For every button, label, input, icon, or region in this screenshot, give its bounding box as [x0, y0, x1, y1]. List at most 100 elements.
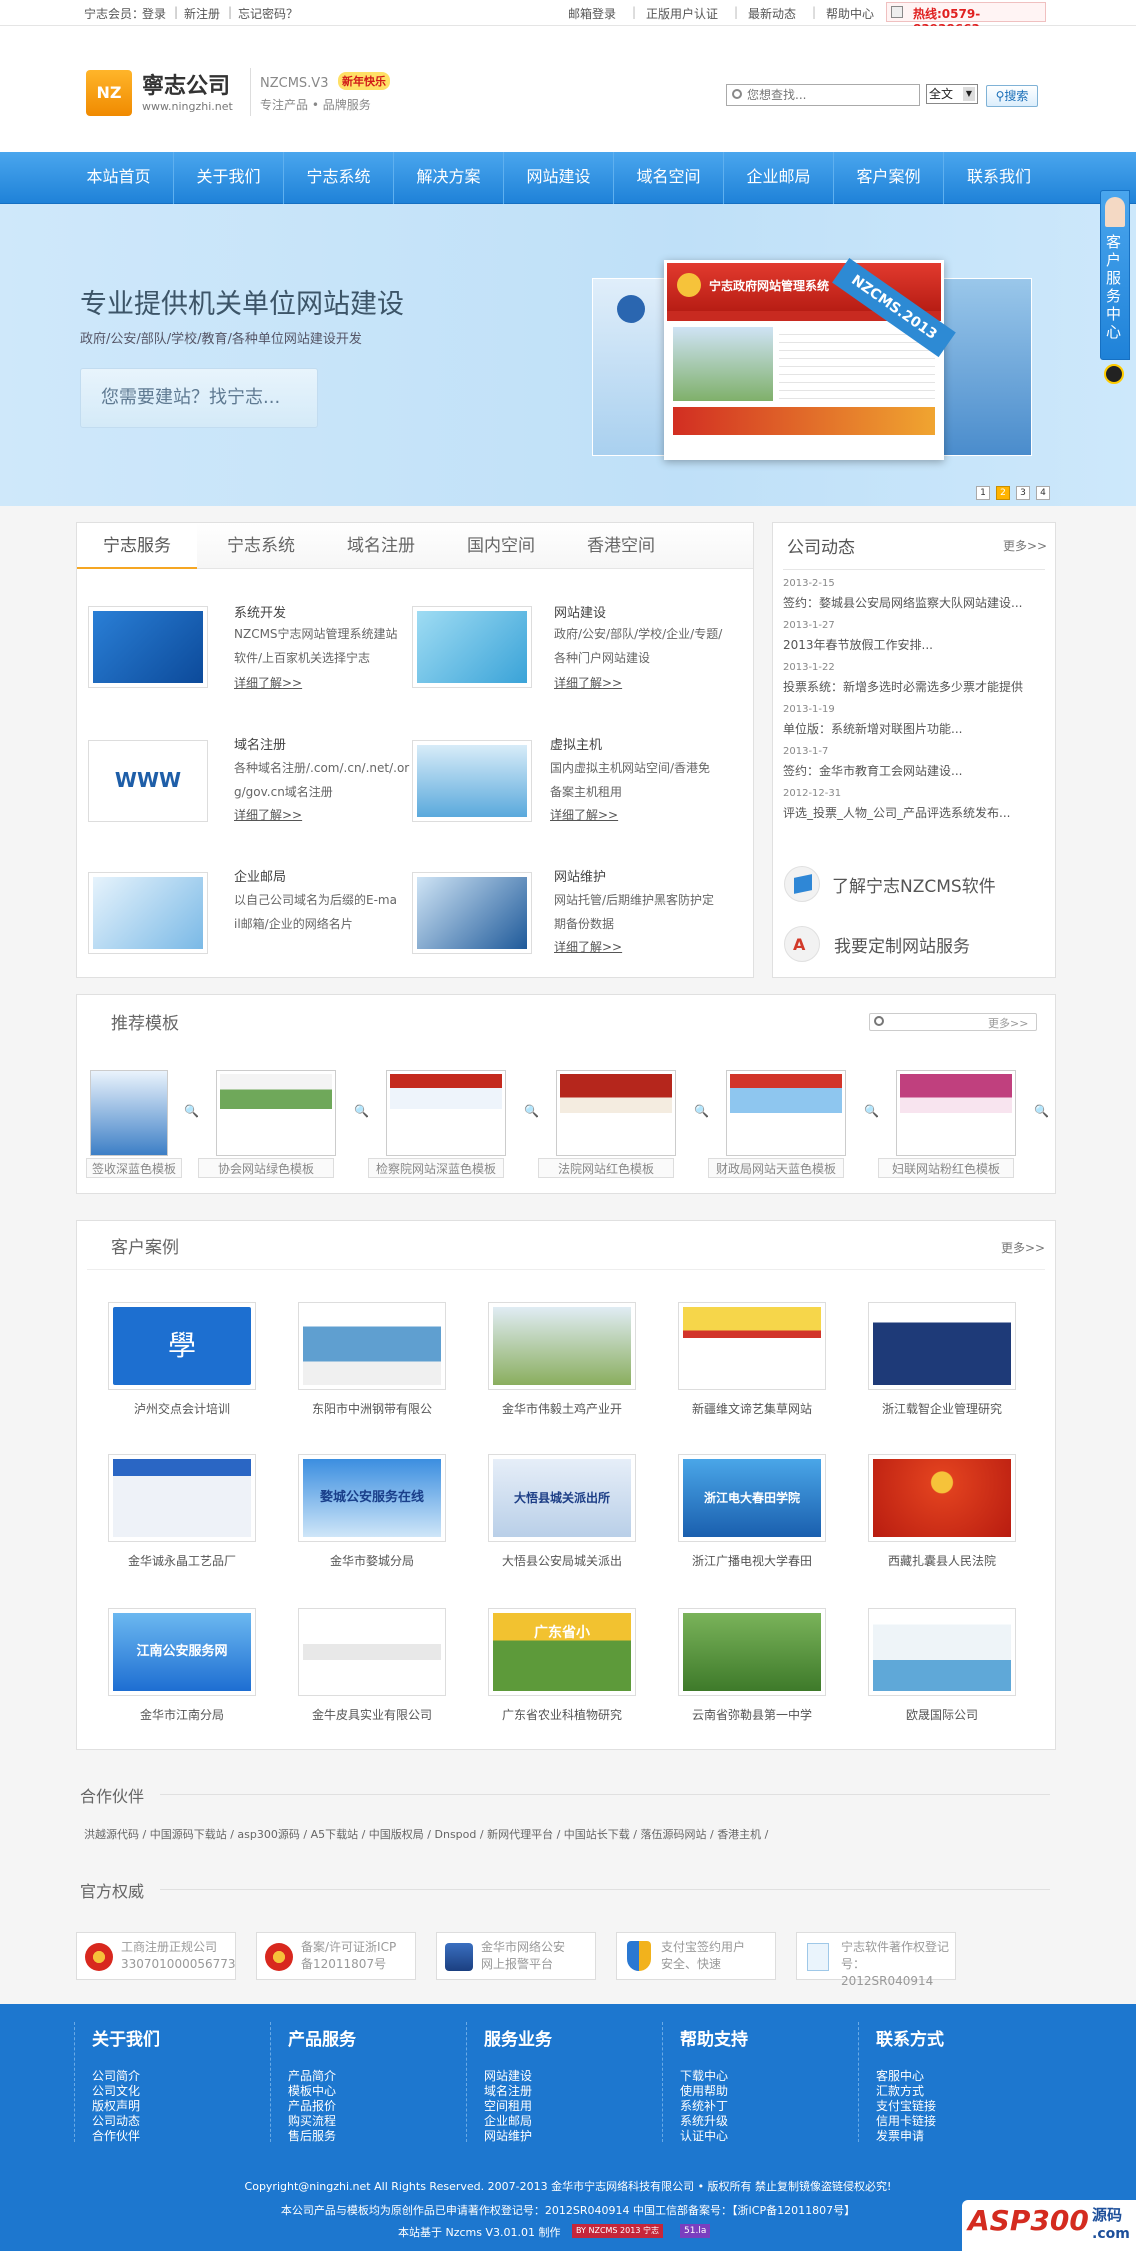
template-label[interactable]: 法院网站红色模板 [538, 1158, 674, 1178]
service-title[interactable]: 系统开发 [234, 602, 286, 621]
forgot-password-link[interactable]: 忘记密码？ [238, 5, 298, 22]
service-image[interactable] [88, 872, 208, 954]
tab-hongkong-hosting[interactable]: 香港空间 [561, 523, 681, 569]
customer-service-tab[interactable]: 客户服务中心 [1100, 190, 1130, 360]
service-image[interactable] [412, 740, 532, 822]
partner-link[interactable]: A5下载站 [311, 1828, 359, 1841]
case-thumb[interactable]: 學 [108, 1302, 256, 1390]
partner-link[interactable]: 香港主机 [717, 1828, 761, 1841]
case-label[interactable]: 泸州交点会计培训 [97, 1400, 267, 1417]
news-item[interactable]: 评选_投票_人物_公司_产品评选系统发布... [783, 804, 1023, 821]
tab-ningzhi-system[interactable]: 宁志系统 [201, 523, 321, 569]
service-more-link[interactable]: 详细了解>> [554, 674, 622, 691]
cert-police[interactable]: 金华市网络公安 网上报警平台 [436, 1932, 596, 1980]
nav-item-enterprise-mail[interactable]: 企业邮局 [724, 152, 834, 204]
template-label[interactable]: 财政局网站天蓝色模板 [708, 1158, 844, 1178]
partner-link[interactable]: 中国版权局 [369, 1828, 424, 1841]
cert-alipay[interactable]: 支付宝签约用户 安全、快速 [616, 1932, 776, 1980]
case-thumb[interactable]: 浙江电大春田学院 [678, 1454, 826, 1542]
custom-website-link[interactable]: 我要定制网站服务 [834, 932, 970, 957]
tab-domain-register[interactable]: 域名注册 [321, 523, 441, 569]
nzcms-badge[interactable]: BY NZCMS 2013 宁志 [572, 2224, 663, 2238]
service-image[interactable] [412, 872, 532, 954]
service-title[interactable]: 企业邮局 [234, 866, 286, 885]
template-thumb[interactable] [386, 1070, 506, 1156]
case-thumb[interactable] [868, 1454, 1016, 1542]
zoom-icon[interactable]: 🔍 [694, 1104, 709, 1118]
service-title[interactable]: 域名注册 [234, 734, 286, 753]
template-thumb[interactable] [556, 1070, 676, 1156]
service-more-link[interactable]: 详细了解>> [550, 806, 618, 823]
help-center-link[interactable]: 帮助中心 [826, 5, 874, 22]
case-thumb[interactable] [868, 1302, 1016, 1390]
case-thumb[interactable] [678, 1608, 826, 1696]
footer-link[interactable]: 发票申请 [876, 2127, 924, 2144]
news-item[interactable]: 投票系统：新增多选时必需选多少票才能提供... [783, 678, 1023, 695]
banner-dot-1[interactable]: 1 [976, 486, 990, 500]
footer-link[interactable]: 售后服务 [288, 2127, 336, 2144]
case-thumb[interactable] [298, 1608, 446, 1696]
genuine-auth-link[interactable]: 正版用户认证 [646, 5, 718, 22]
cases-more-link[interactable]: 更多>> [1001, 1239, 1045, 1256]
footer-link[interactable]: 网站维护 [484, 2127, 532, 2144]
case-thumb[interactable] [298, 1302, 446, 1390]
search-button[interactable]: ⚲搜索 [986, 85, 1038, 107]
template-label[interactable]: 签收深蓝色模板 [86, 1158, 182, 1178]
service-image[interactable] [412, 606, 532, 688]
search-input[interactable] [747, 87, 915, 103]
case-thumb[interactable]: 婺城公安服务在线 [298, 1454, 446, 1542]
zoom-icon[interactable]: 🔍 [1034, 1104, 1049, 1118]
case-label[interactable]: 金华诚永晶工艺品厂 [97, 1552, 267, 1569]
nav-item-cases[interactable]: 客户案例 [834, 152, 944, 204]
template-thumb[interactable] [726, 1070, 846, 1156]
banner-cta-button[interactable]: 您需要建站？找宁志... [80, 368, 318, 428]
qq-icon[interactable] [1104, 364, 1124, 384]
case-label[interactable]: 新疆维文谛艺集草网站 [667, 1400, 837, 1417]
case-thumb[interactable] [108, 1454, 256, 1542]
case-label[interactable]: 金华市伟毅土鸡产业开 [477, 1400, 647, 1417]
nav-item-domain-hosting[interactable]: 域名空间 [614, 152, 724, 204]
news-item[interactable]: 2013年春节放假工作安排... [783, 636, 1023, 653]
partner-link[interactable]: 洪越源代码 [84, 1828, 139, 1841]
nav-item-contact[interactable]: 联系我们 [944, 152, 1054, 204]
partner-link[interactable]: 中国源码下载站 [150, 1828, 227, 1841]
partner-link[interactable]: 中国站长下载 [564, 1828, 630, 1841]
case-label[interactable]: 欧晟国际公司 [857, 1706, 1027, 1723]
case-label[interactable]: 金牛皮具实业有限公司 [287, 1706, 457, 1723]
service-title[interactable]: 网站维护 [554, 866, 606, 885]
case-label[interactable]: 浙江广播电视大学春田 [667, 1552, 837, 1569]
case-label[interactable]: 大悟县公安局城关派出 [477, 1552, 647, 1569]
banner-dot-4[interactable]: 4 [1036, 486, 1050, 500]
service-more-link[interactable]: 详细了解>> [554, 938, 622, 955]
case-label[interactable]: 浙江载智企业管理研究 [857, 1400, 1027, 1417]
learn-nzcms-link[interactable]: 了解宁志NZCMS软件 [832, 872, 996, 897]
partner-link[interactable]: 新网代理平台 [487, 1828, 553, 1841]
templates-more-link[interactable]: 更多>> [988, 1015, 1028, 1031]
banner-dot-2[interactable]: 2 [996, 486, 1010, 500]
login-link[interactable]: 登录 [142, 5, 166, 22]
cert-icp[interactable]: 备案/许可证浙ICP 备12011807号 [256, 1932, 416, 1980]
partner-link[interactable]: 落伍源码网站 [640, 1828, 706, 1841]
case-label[interactable]: 西藏扎囊县人民法院 [857, 1552, 1027, 1569]
news-item[interactable]: 签约：金华市教育工会网站建设... [783, 762, 1023, 779]
nav-item-system[interactable]: 宁志系统 [284, 152, 394, 204]
nav-item-solutions[interactable]: 解决方案 [394, 152, 504, 204]
service-title[interactable]: 虚拟主机 [550, 734, 602, 753]
template-search-box[interactable]: 更多>> [869, 1013, 1037, 1031]
mail-login-link[interactable]: 邮箱登录 [568, 5, 616, 22]
nav-item-about[interactable]: 关于我们 [174, 152, 284, 204]
footer-link[interactable]: 认证中心 [680, 2127, 728, 2144]
service-image[interactable] [88, 606, 208, 688]
register-link[interactable]: 新注册 [184, 5, 220, 22]
banner-dot-3[interactable]: 3 [1016, 486, 1030, 500]
case-label[interactable]: 东阳市中洲钢带有限公 [287, 1400, 457, 1417]
partner-link[interactable]: Dnspod [435, 1828, 477, 1841]
case-thumb[interactable] [488, 1302, 636, 1390]
service-more-link[interactable]: 详细了解>> [234, 806, 302, 823]
case-thumb[interactable] [868, 1608, 1016, 1696]
partner-link[interactable]: asp300源码 [237, 1828, 299, 1841]
zoom-icon[interactable]: 🔍 [354, 1104, 369, 1118]
case-thumb[interactable]: 大悟县城关派出所 [488, 1454, 636, 1542]
template-label[interactable]: 妇联网站粉红色模板 [878, 1158, 1014, 1178]
cert-copyright[interactable]: 宁志软件著作权登记 号：2012SR040914 [796, 1932, 956, 1988]
